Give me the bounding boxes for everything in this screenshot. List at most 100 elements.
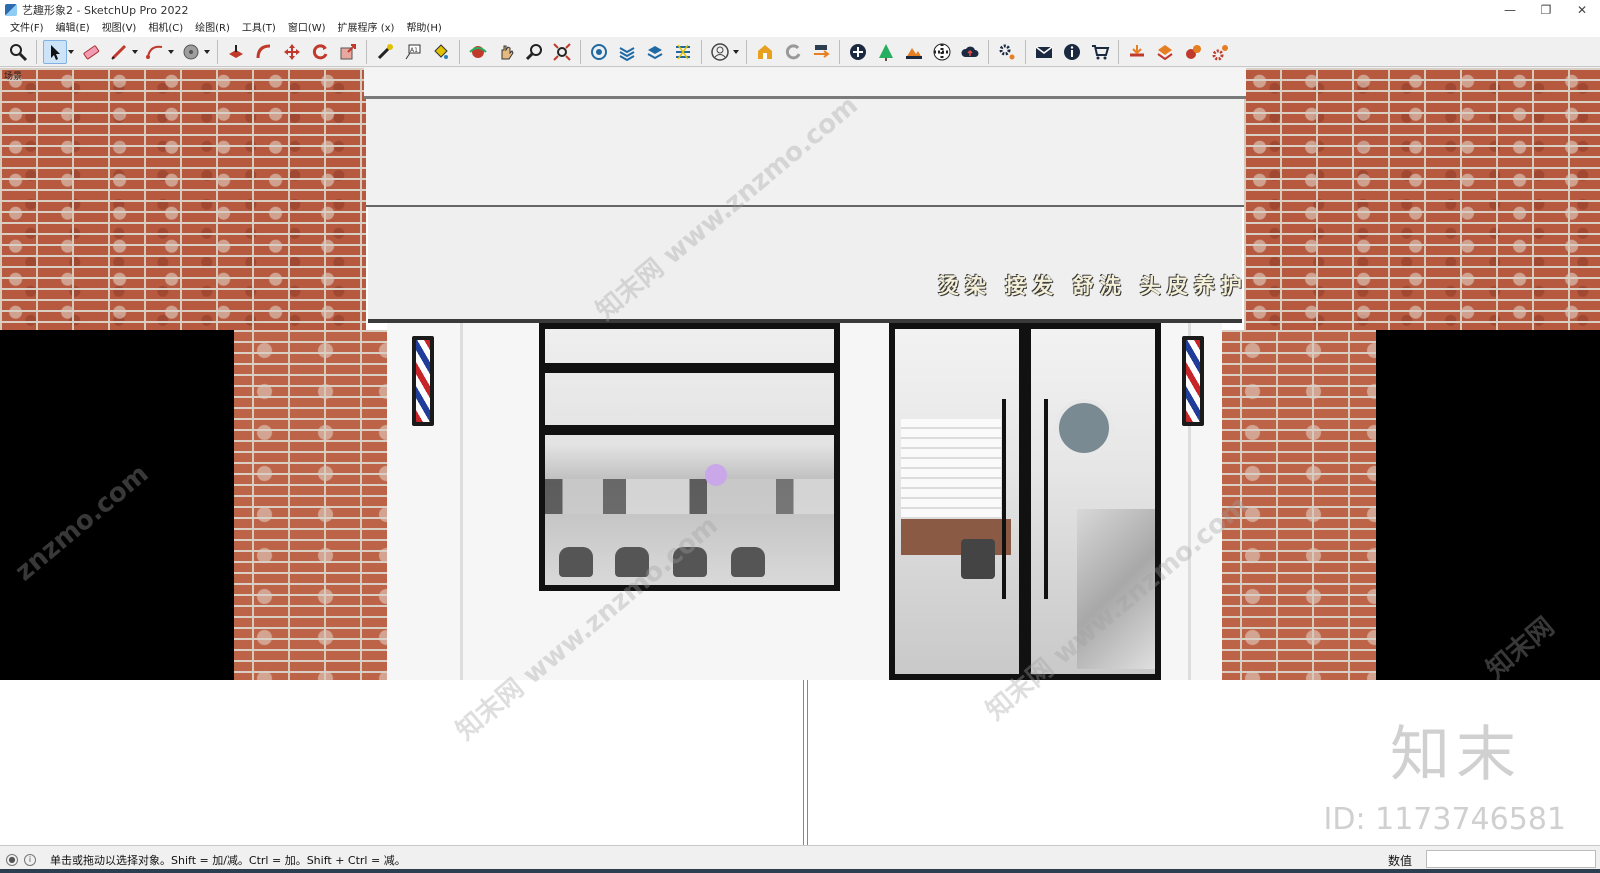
door-handle-left[interactable]: [1002, 399, 1006, 599]
ground-axis-line: [803, 680, 804, 845]
window-interior-columns: [545, 479, 834, 514]
refresh-icon[interactable]: [781, 40, 805, 64]
interior-chair: [615, 547, 649, 577]
title-bar: 艺趣形象2 - SketchUp Pro 2022 — ❐ ✕: [0, 0, 1600, 20]
styles-icon[interactable]: [671, 40, 695, 64]
shape-icon[interactable]: [179, 40, 203, 64]
arc-dropdown[interactable]: [167, 40, 175, 64]
toolbar-separator: [839, 39, 840, 64]
menu-bar: 文件(F) 编辑(E) 视图(V) 相机(C) 绘图(R) 工具(T) 窗口(W…: [0, 20, 1600, 37]
door-handle-right[interactable]: [1044, 399, 1048, 599]
rotate-icon[interactable]: [308, 40, 332, 64]
barber-pole-left: [412, 336, 434, 426]
user-icon[interactable]: [708, 40, 732, 64]
sketchup-app-icon: [5, 4, 17, 16]
mail-icon[interactable]: [1032, 40, 1056, 64]
scene-tab-label[interactable]: 场景: [4, 69, 22, 82]
zoom-window-icon[interactable]: [522, 40, 546, 64]
move-icon[interactable]: [280, 40, 304, 64]
svg-text:A1: A1: [410, 47, 418, 54]
window-title: 艺趣形象2 - SketchUp Pro 2022: [22, 4, 189, 17]
pencil-icon[interactable]: [107, 40, 131, 64]
followme-icon[interactable]: [252, 40, 276, 64]
taskbar-strip: [0, 869, 1600, 873]
checker-icon[interactable]: [930, 40, 954, 64]
arc-icon[interactable]: [143, 40, 167, 64]
sign-lower-panel: [368, 207, 1242, 319]
brick-wall-right-upper: [1244, 68, 1600, 330]
menu-extensions[interactable]: 扩展程序 (x): [332, 20, 401, 37]
toolbar-separator: [36, 39, 37, 64]
text-icon[interactable]: A1: [401, 40, 425, 64]
menu-help[interactable]: 帮助(H): [400, 20, 447, 37]
tape-icon[interactable]: [373, 40, 397, 64]
tree-icon[interactable]: [874, 40, 898, 64]
toolbar-separator: [366, 39, 367, 64]
add-icon[interactable]: [846, 40, 870, 64]
status-hint: 单击或拖动以选择对象。Shift = 加/减。Ctrl = 加。Shift + …: [50, 853, 406, 867]
plugin2-icon[interactable]: [1153, 40, 1177, 64]
paint-bucket-icon[interactable]: [429, 40, 453, 64]
minimize-button[interactable]: —: [1492, 0, 1528, 20]
toolbar-separator: [1118, 39, 1119, 64]
zoom-icon[interactable]: [6, 40, 30, 64]
brand-logo-watermark: 知末: [1390, 720, 1522, 790]
menu-camera[interactable]: 相机(C): [142, 20, 189, 37]
close-button[interactable]: ✕: [1564, 0, 1600, 20]
measurements-input[interactable]: [1426, 850, 1596, 868]
brick-wall-left-upper: [0, 68, 366, 330]
menu-tools[interactable]: 工具(T): [236, 20, 282, 37]
cart-icon[interactable]: [1088, 40, 1112, 64]
interior-round-mirror: [1055, 399, 1113, 457]
facade-edge: [460, 323, 463, 680]
toolbar-separator: [217, 39, 218, 64]
help-info-icon[interactable]: i: [24, 853, 36, 866]
menu-draw[interactable]: 绘图(R): [189, 20, 236, 37]
restore-button[interactable]: ❐: [1528, 0, 1564, 20]
layers-icon[interactable]: [615, 40, 639, 64]
outliner-icon[interactable]: [643, 40, 667, 64]
3d-viewport[interactable]: 场景 烫染 接发 舒洗 头皮养护 知末网 www.znzmo.com 知末网 w…: [0, 68, 1600, 845]
zoom-extents-icon[interactable]: [550, 40, 574, 64]
barber-pole-right: [1182, 336, 1204, 426]
toolbar-separator: [746, 39, 747, 64]
menu-view[interactable]: 视图(V): [96, 20, 143, 37]
interior-light: [705, 464, 727, 486]
plugin4-icon[interactable]: [1209, 40, 1233, 64]
brick-pillar-right: [1222, 330, 1376, 680]
left-opening: [0, 330, 234, 680]
components-icon[interactable]: [587, 40, 611, 64]
menu-file[interactable]: 文件(F): [4, 20, 50, 37]
toolbar-separator: [701, 39, 702, 64]
orbit-icon[interactable]: [466, 40, 490, 64]
ground-axis-line: [807, 680, 808, 845]
terrain-icon[interactable]: [902, 40, 926, 64]
warehouse-icon[interactable]: [753, 40, 777, 64]
image-id-watermark: ID: 1173746581: [1323, 802, 1566, 837]
window-controls: — ❐ ✕: [1492, 0, 1600, 20]
cloud-icon[interactable]: [958, 40, 982, 64]
toolbar-separator: [580, 39, 581, 64]
menu-window[interactable]: 窗口(W): [282, 20, 332, 37]
select-dropdown[interactable]: [67, 40, 75, 64]
scale-icon[interactable]: [336, 40, 360, 64]
services-sign-text: 烫染 接发 舒洗 头皮养护: [938, 273, 1248, 298]
select-icon[interactable]: [43, 39, 67, 64]
info-icon[interactable]: [1060, 40, 1084, 64]
status-bar: ● i 单击或拖动以选择对象。Shift = 加/减。Ctrl = 加。Shif…: [0, 845, 1600, 873]
geo-location-icon[interactable]: ●: [6, 853, 18, 866]
interior-marble-counter: [1077, 509, 1155, 669]
pushpull-icon[interactable]: [224, 40, 248, 64]
eraser-icon[interactable]: [79, 40, 103, 64]
window-transom-bar: [545, 363, 834, 373]
plugin3-icon[interactable]: [1181, 40, 1205, 64]
export-icon[interactable]: [809, 40, 833, 64]
glass-door[interactable]: [889, 323, 1161, 680]
user-dropdown[interactable]: [732, 40, 740, 64]
pencil-dropdown[interactable]: [131, 40, 139, 64]
pan-icon[interactable]: [494, 40, 518, 64]
plugin1-icon[interactable]: [1125, 40, 1149, 64]
menu-edit[interactable]: 编辑(E): [50, 20, 96, 37]
shape-dropdown[interactable]: [203, 40, 211, 64]
settings-icon[interactable]: [995, 40, 1019, 64]
